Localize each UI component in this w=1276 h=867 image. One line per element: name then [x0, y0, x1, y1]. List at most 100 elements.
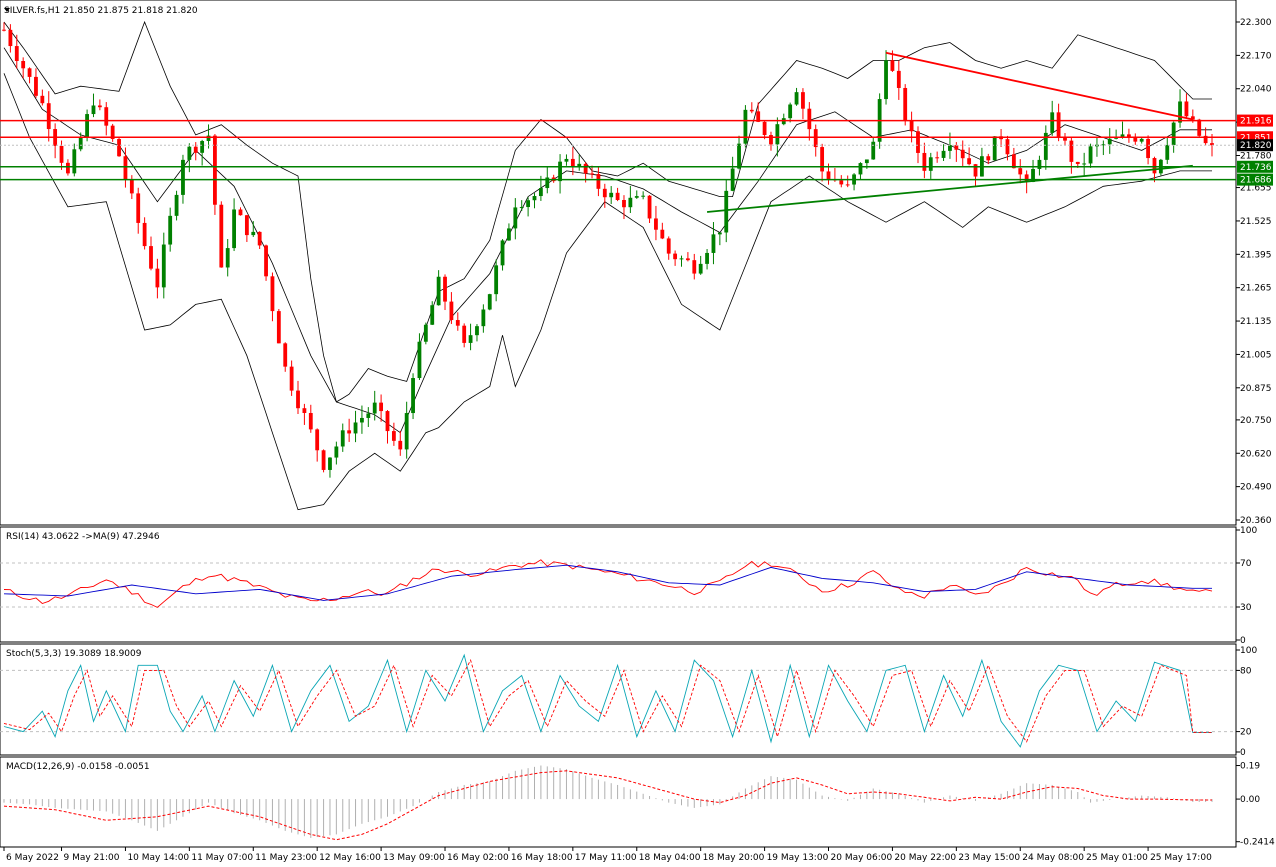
- candle-body: [826, 171, 831, 180]
- trading-chart[interactable]: 22.30022.17022.04021.91021.78021.65521.5…: [0, 0, 1276, 867]
- candle-body: [308, 412, 313, 430]
- candle-body: [72, 149, 77, 174]
- candle-body: [232, 209, 237, 249]
- candle-body: [302, 408, 307, 413]
- price-tick-label: 21.135: [1240, 317, 1272, 327]
- osc-tick-label: -0.2414: [1240, 838, 1275, 848]
- time-tick-label: 16 May 02:00: [447, 853, 509, 863]
- time-tick-label: 6 May 2022: [6, 853, 59, 863]
- price-tick-label: 20.360: [1240, 516, 1272, 526]
- candle-body: [257, 231, 262, 246]
- price-pane[interactable]: 22.30022.17022.04021.91021.78021.65521.5…: [0, 0, 1273, 526]
- candle-body: [769, 135, 773, 145]
- candle-body: [481, 309, 486, 327]
- candle-body: [360, 417, 364, 423]
- candle-body: [615, 192, 620, 200]
- candle-body: [104, 107, 109, 126]
- candle-body: [973, 164, 978, 177]
- stoch-pane[interactable]: 100 80 20 0 Stoch(5,3,3) 19.3089 18.9009: [0, 643, 1257, 758]
- candle-body: [187, 146, 192, 160]
- candle-body: [609, 192, 614, 198]
- candle-body: [206, 135, 211, 141]
- osc-tick-label: 100: [1240, 646, 1257, 656]
- candle-body: [404, 413, 409, 450]
- candle-body: [1178, 101, 1182, 123]
- candle-body: [398, 440, 403, 450]
- macd-label: MACD(12,26,9) -0.0158 -0.0051: [6, 762, 150, 772]
- candle-body: [213, 135, 217, 205]
- candle-body: [583, 163, 588, 174]
- time-tick-label: 20 May 06:00: [831, 853, 893, 863]
- rsi-pane[interactable]: 100 70 30 0 RSI(14) 43.0622 ->MA(9) 47.2946: [0, 526, 1257, 646]
- candle-body: [46, 103, 51, 130]
- candle-body: [692, 260, 697, 274]
- price-tick-label: 20.875: [1240, 384, 1272, 394]
- candle-body: [430, 305, 435, 325]
- candle-body: [97, 105, 102, 108]
- candle-body: [871, 141, 876, 160]
- candle-body: [628, 197, 633, 208]
- candle-body: [890, 60, 895, 71]
- price-tick-label: 21.265: [1240, 284, 1272, 294]
- candle-body: [749, 109, 754, 112]
- candle-body: [1107, 138, 1112, 145]
- candle-body: [276, 311, 281, 344]
- osc-tick-label: 20: [1240, 728, 1252, 738]
- macd-pane[interactable]: 0.19 0.00 -0.2414 MACD(12,26,9) -0.0158 -0…: [0, 756, 1275, 848]
- candle-body: [622, 199, 626, 208]
- candle-body: [264, 245, 268, 277]
- candle-body: [225, 248, 230, 268]
- candle-body: [1050, 112, 1055, 133]
- price-tick-label: 20.490: [1240, 483, 1272, 493]
- candle-body: [775, 124, 780, 145]
- price-label-text: 21.916: [1240, 117, 1272, 127]
- candle-body: [40, 95, 45, 104]
- candle-body: [8, 29, 13, 47]
- osc-tick-label: 0.00: [1240, 795, 1260, 805]
- candle-body: [717, 232, 722, 235]
- price-tick-label: 22.170: [1240, 51, 1272, 61]
- candle-body: [149, 246, 153, 269]
- candle-body: [743, 109, 748, 144]
- candle-body: [1037, 159, 1042, 169]
- candle-body: [423, 324, 428, 342]
- candle-body: [34, 76, 38, 96]
- price-tick-label: 20.620: [1240, 449, 1272, 459]
- candle-body: [411, 378, 415, 414]
- price-label-text: 21.686: [1240, 176, 1272, 186]
- time-tick-label: 25 May 17:00: [1150, 853, 1212, 863]
- candle-body: [526, 200, 531, 208]
- osc-tick-label: 30: [1240, 603, 1252, 613]
- candle-body: [596, 174, 601, 189]
- candle-body: [66, 162, 70, 174]
- candle-body: [136, 193, 141, 223]
- candle-body: [289, 366, 294, 391]
- candle-body: [78, 136, 83, 150]
- candle-body: [858, 163, 863, 175]
- osc-tick-label: 0.19: [1240, 762, 1260, 772]
- candle-body: [685, 258, 690, 261]
- candle-body: [21, 61, 26, 69]
- candle-body: [487, 294, 492, 310]
- time-tick-label: 11 May 07:00: [191, 853, 253, 863]
- candle-body: [1056, 112, 1061, 138]
- price-tick-label: 21.395: [1240, 250, 1272, 260]
- candle-body: [468, 335, 473, 343]
- candle-body: [391, 431, 396, 441]
- candle-body: [436, 276, 441, 306]
- time-axis: 6 May 2022 9 May 21:00 10 May 14:00 11 May …: [3, 847, 1212, 863]
- price-label-text: 21.736: [1240, 163, 1272, 173]
- candle-body: [896, 70, 901, 88]
- osc-tick-label: 0: [1240, 748, 1246, 758]
- time-tick-label: 20 May 22:00: [894, 853, 956, 863]
- candle-body: [960, 149, 965, 159]
- time-tick-label: 9 May 21:00: [64, 853, 120, 863]
- candle-body: [91, 105, 96, 115]
- osc-tick-label: 80: [1240, 666, 1252, 676]
- candle-body: [1152, 158, 1157, 174]
- candle-body: [673, 253, 678, 260]
- time-tick-label: 12 May 16:00: [319, 853, 381, 863]
- candle-body: [602, 188, 607, 198]
- price-tick-label: 21.525: [1240, 217, 1272, 227]
- candle-body: [270, 276, 275, 312]
